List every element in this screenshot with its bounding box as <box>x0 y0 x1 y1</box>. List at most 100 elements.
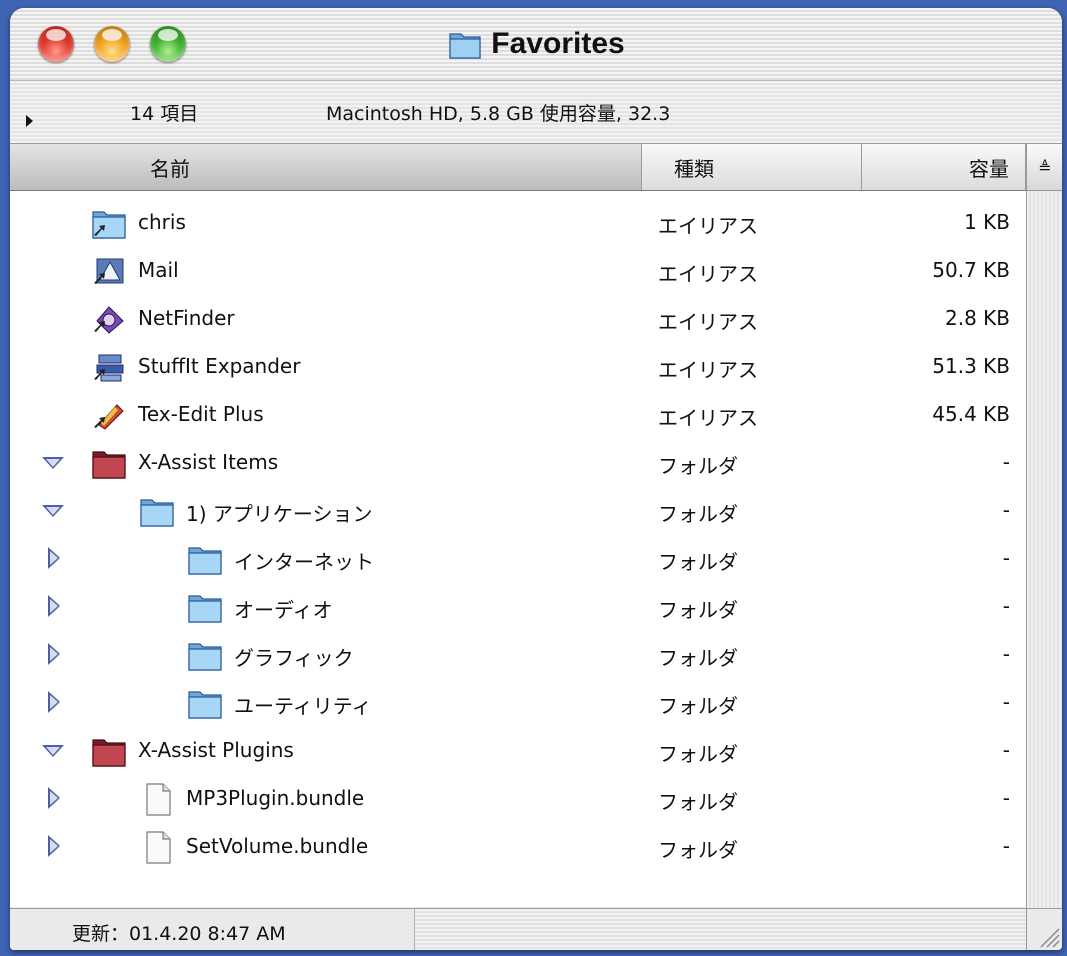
file-kind: フォルダ <box>658 694 738 718</box>
file-name[interactable]: SetVolume.bundle <box>186 834 368 858</box>
stuffit-app-alias-icon[interactable] <box>90 349 128 385</box>
file-kind: フォルダ <box>658 550 738 574</box>
folder-icon[interactable] <box>186 637 224 673</box>
column-headers: 名前 種類 容量 <box>10 144 1026 191</box>
file-name[interactable]: ユーティリティ <box>234 690 372 719</box>
file-name[interactable]: StuffIt Expander <box>138 354 300 378</box>
disclosure-open-icon[interactable] <box>42 505 64 517</box>
file-name[interactable]: オーディオ <box>234 594 333 623</box>
modified-date: 更新：01.4.20 8:47 AM <box>72 923 286 945</box>
file-row[interactable]: X-Assist Items フォルダ - <box>10 439 1026 487</box>
disclosure-closed-icon[interactable] <box>48 595 60 617</box>
file-list: chris エイリアス 1 KB Mail エイリアス 50.7 KB NetFinder エ… <box>10 191 1026 907</box>
resize-handle[interactable] <box>1026 908 1062 950</box>
file-row[interactable]: グラフィック フォルダ - <box>10 631 1026 679</box>
file-row[interactable]: chris エイリアス 1 KB <box>10 199 1026 247</box>
file-size: - <box>1002 498 1010 522</box>
column-header-size[interactable]: 容量 <box>862 144 1026 190</box>
file-row[interactable]: NetFinder エイリアス 2.8 KB <box>10 295 1026 343</box>
file-name[interactable]: Mail <box>138 258 179 282</box>
file-kind: フォルダ <box>658 598 738 622</box>
window-title-group: Favorites <box>10 24 1062 64</box>
folder-alias-icon[interactable] <box>90 205 128 241</box>
file-kind: フォルダ <box>658 502 738 526</box>
disk-usage: Macintosh HD, 5.8 GB 使用容量, 32.3 <box>326 103 671 125</box>
file-kind: フォルダ <box>658 742 738 766</box>
file-size: - <box>1002 642 1010 666</box>
resize-grip-icon <box>1040 928 1060 948</box>
file-row[interactable]: Tex-Edit Plus エイリアス 45.4 KB <box>10 391 1026 439</box>
column-header-name[interactable]: 名前 <box>10 144 642 190</box>
file-size: - <box>1002 786 1010 810</box>
item-count: 14 項目 <box>130 103 199 125</box>
netfinder-app-alias-icon[interactable] <box>90 301 128 337</box>
folder-icon[interactable] <box>186 589 224 625</box>
disclosure-open-icon[interactable] <box>42 745 64 757</box>
file-name[interactable]: X-Assist Items <box>138 450 278 474</box>
folder-icon[interactable] <box>186 541 224 577</box>
file-row[interactable]: Mail エイリアス 50.7 KB <box>10 247 1026 295</box>
file-row[interactable]: StuffIt Expander エイリアス 51.3 KB <box>10 343 1026 391</box>
file-row[interactable]: ユーティリティ フォルダ - <box>10 679 1026 727</box>
file-size: 50.7 KB <box>932 258 1010 282</box>
file-name[interactable]: 1) アプリケーション <box>186 498 373 527</box>
file-name[interactable]: X-Assist Plugins <box>138 738 294 762</box>
disclosure-arrow-icon[interactable] <box>26 115 33 127</box>
file-name[interactable]: MP3Plugin.bundle <box>186 786 364 810</box>
info-bar: 14 項目 Macintosh HD, 5.8 GB 使用容量, 32.3 <box>10 81 1062 144</box>
file-size: - <box>1002 690 1010 714</box>
disclosure-closed-icon[interactable] <box>48 787 60 809</box>
file-kind: フォルダ <box>658 790 738 814</box>
file-kind: エイリアス <box>658 310 758 334</box>
disclosure-open-icon[interactable] <box>42 457 64 469</box>
file-kind: エイリアス <box>658 406 758 430</box>
folder-icon[interactable] <box>186 685 224 721</box>
file-name[interactable]: Tex-Edit Plus <box>138 402 264 426</box>
red-folder-icon[interactable] <box>90 733 128 769</box>
file-size: - <box>1002 450 1010 474</box>
vertical-scrollbar[interactable]: ≜ <box>1026 144 1062 914</box>
document-icon[interactable] <box>138 829 176 865</box>
file-size: - <box>1002 738 1010 762</box>
file-row[interactable]: 1) アプリケーション フォルダ - <box>10 487 1026 535</box>
red-folder-icon[interactable] <box>90 445 128 481</box>
file-name[interactable]: グラフィック <box>234 642 354 671</box>
folder-icon <box>449 33 481 59</box>
disclosure-closed-icon[interactable] <box>48 547 60 569</box>
sort-direction-icon[interactable]: ≜ <box>1027 144 1062 191</box>
file-size: 1 KB <box>964 210 1010 234</box>
file-row[interactable]: インターネット フォルダ - <box>10 535 1026 583</box>
file-kind: エイリアス <box>658 358 758 382</box>
file-size: 51.3 KB <box>932 354 1010 378</box>
file-kind: エイリアス <box>658 214 758 238</box>
finder-window: Favorites 14 項目 Macintosh HD, 5.8 GB 使用容… <box>10 8 1062 950</box>
file-size: - <box>1002 834 1010 858</box>
disclosure-closed-icon[interactable] <box>48 835 60 857</box>
file-name[interactable]: chris <box>138 210 186 234</box>
file-name[interactable]: インターネット <box>234 546 374 575</box>
file-name[interactable]: NetFinder <box>138 306 235 330</box>
title-bar[interactable]: Favorites <box>10 8 1062 81</box>
file-row[interactable]: オーディオ フォルダ - <box>10 583 1026 631</box>
file-kind: フォルダ <box>658 646 738 670</box>
file-kind: エイリアス <box>658 262 758 286</box>
disclosure-closed-icon[interactable] <box>48 643 60 665</box>
status-bar: 更新：01.4.20 8:47 AM <box>10 908 1026 950</box>
file-row[interactable]: MP3Plugin.bundle フォルダ - <box>10 775 1026 823</box>
folder-icon[interactable] <box>138 493 176 529</box>
file-size: 45.4 KB <box>932 402 1010 426</box>
file-row[interactable]: SetVolume.bundle フォルダ - <box>10 823 1026 871</box>
status-field: 更新：01.4.20 8:47 AM <box>10 909 415 950</box>
file-row[interactable]: X-Assist Plugins フォルダ - <box>10 727 1026 775</box>
file-kind: フォルダ <box>658 454 738 478</box>
mail-app-alias-icon[interactable] <box>90 253 128 289</box>
disclosure-closed-icon[interactable] <box>48 691 60 713</box>
file-kind: フォルダ <box>658 838 738 862</box>
texedit-app-alias-icon[interactable] <box>90 397 128 433</box>
column-header-kind[interactable]: 種類 <box>642 144 862 190</box>
document-icon[interactable] <box>138 781 176 817</box>
file-size: 2.8 KB <box>945 306 1010 330</box>
file-size: - <box>1002 594 1010 618</box>
window-title: Favorites <box>491 27 625 60</box>
file-size: - <box>1002 546 1010 570</box>
